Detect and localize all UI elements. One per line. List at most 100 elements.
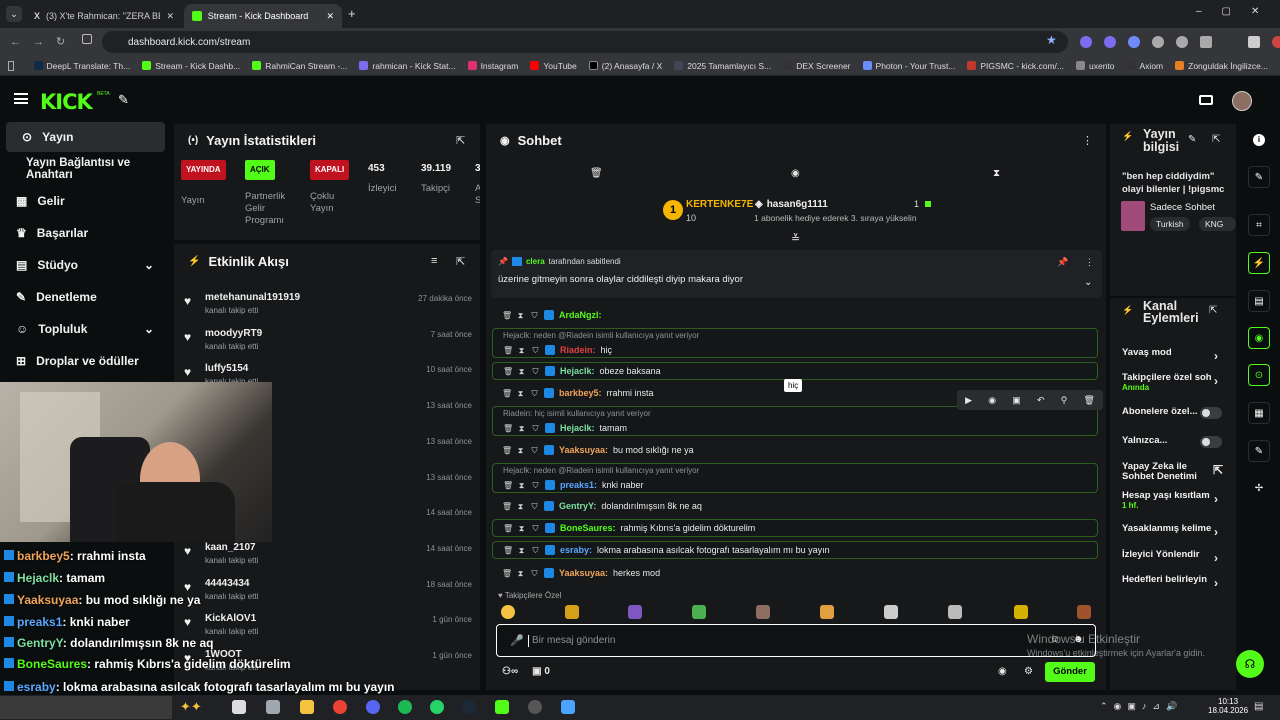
emote[interactable] bbox=[884, 605, 898, 619]
tab-list-icon[interactable]: ⌄ bbox=[6, 6, 22, 22]
external-link-icon[interactable]: ⇱ bbox=[1213, 463, 1223, 477]
chat-username[interactable]: ArdaNgzl: bbox=[559, 310, 602, 320]
more-icon[interactable]: ⋮ bbox=[1085, 257, 1094, 268]
spotify-icon[interactable] bbox=[398, 700, 412, 714]
filter-icon[interactable]: ≡ bbox=[431, 255, 437, 267]
pin-icon[interactable]: ⚲ bbox=[1061, 395, 1068, 406]
tag-badge[interactable]: KNG bbox=[1199, 217, 1236, 231]
bookmark[interactable]: PIGSMC - kick.com/... bbox=[967, 61, 1064, 71]
tab-x[interactable]: X (3) X'te Rahmican: "ZERA BEN H ✕ bbox=[26, 4, 182, 28]
trash-icon[interactable]: 🗑 bbox=[503, 524, 513, 533]
timeout-icon[interactable]: ⧗ bbox=[517, 481, 526, 490]
channel-action-item[interactable]: Yavaş mod bbox=[1122, 348, 1214, 358]
info-icon[interactable]: i bbox=[1253, 134, 1265, 146]
follower-name[interactable]: moodyyRT9 bbox=[205, 328, 262, 339]
bookmark[interactable]: uxento bbox=[1075, 61, 1115, 71]
chat-username[interactable]: BoneSaures: bbox=[560, 523, 616, 533]
chat-message[interactable]: 🗑 ⧗ ⛉ ArdaNgzl: bbox=[492, 306, 1098, 324]
trash-icon[interactable]: 🗑 bbox=[503, 481, 513, 490]
timeout-icon[interactable]: ⧗ bbox=[516, 502, 525, 511]
emote[interactable] bbox=[756, 605, 770, 619]
bookmark[interactable]: RahmiCan Stream -... bbox=[252, 61, 347, 71]
shield-icon[interactable]: ⛉ bbox=[530, 311, 539, 320]
sidebar-item-studyo[interactable]: ▤ Stüdyo ⌄ bbox=[0, 250, 172, 280]
chat-message[interactable]: 🗑 ⧗ ⛉ esraby: lokma arabasına asılcak fotogr… bbox=[492, 541, 1098, 559]
collapse-icon[interactable]: ≚ bbox=[791, 232, 800, 245]
kick-icon[interactable] bbox=[495, 700, 509, 714]
chevron-right-icon[interactable]: › bbox=[1214, 349, 1218, 363]
side-panel-icon[interactable] bbox=[82, 34, 92, 44]
trash-icon[interactable]: 🗑 bbox=[502, 446, 512, 455]
shield-icon[interactable]: ⛉ bbox=[531, 546, 540, 555]
notification-icon[interactable]: ▤ bbox=[1254, 701, 1263, 712]
bookmark[interactable]: DEX Screener bbox=[783, 61, 851, 71]
emote[interactable] bbox=[1077, 605, 1091, 619]
sidebar-item-droplar[interactable]: ⊞ Droplar ve ödüller bbox=[0, 346, 172, 376]
broadcast-icon[interactable]: ⊙ bbox=[1248, 364, 1270, 386]
timeout-icon[interactable]: ⧗ bbox=[516, 389, 525, 398]
shield-icon[interactable]: ⛉ bbox=[531, 367, 540, 376]
emote[interactable] bbox=[948, 605, 962, 619]
bookmark[interactable]: Photon - Your Trust... bbox=[862, 61, 955, 71]
app-icon[interactable] bbox=[561, 700, 575, 714]
chevron-right-icon[interactable]: › bbox=[1214, 576, 1218, 590]
mic-icon[interactable]: 🎤 bbox=[510, 634, 524, 647]
new-tab-icon[interactable]: + bbox=[348, 6, 356, 21]
wrench-icon[interactable]: ✎ bbox=[1248, 440, 1270, 462]
popout-icon[interactable]: ⇱ bbox=[456, 255, 465, 268]
more-icon[interactable]: ⋮ bbox=[1082, 134, 1093, 147]
chat-username[interactable]: esraby: bbox=[560, 545, 592, 555]
pin-icon[interactable]: ✎ bbox=[118, 92, 129, 108]
window-controls[interactable]: –▢✕ bbox=[1196, 6, 1279, 17]
chevron-right-icon[interactable]: › bbox=[1214, 374, 1218, 388]
url-input[interactable]: dashboard.kick.com/stream bbox=[102, 31, 1068, 53]
bookmark[interactable]: Axiom bbox=[1126, 61, 1163, 71]
trash-icon[interactable]: 🗑 bbox=[503, 546, 513, 555]
chat-message[interactable]: 🗑 ⧗ ⛉ BoneSaures: rahmiş Kıbrıs'a gidelim dö… bbox=[492, 519, 1098, 537]
tag-badge[interactable]: Turkish bbox=[1150, 217, 1190, 231]
discord-icon[interactable] bbox=[366, 700, 380, 714]
timeout-icon[interactable]: ⧗ bbox=[517, 524, 526, 533]
puzzle-icon[interactable]: ✢ bbox=[1248, 477, 1270, 499]
bolt-icon[interactable]: ⚡ bbox=[1248, 252, 1270, 274]
chat-username[interactable]: Hejaclk: bbox=[560, 423, 595, 433]
avatar[interactable] bbox=[1232, 91, 1252, 111]
follower-name[interactable]: 44443434 bbox=[205, 578, 250, 589]
timeout-icon[interactable]: ⧗ bbox=[517, 546, 526, 555]
obs-icon[interactable] bbox=[528, 700, 542, 714]
channel-action-item[interactable]: Yasaklanmış kelime bbox=[1122, 524, 1214, 534]
chat-message[interactable]: Riadein: hiç isimli kullanıcıya yanıt ve… bbox=[492, 406, 1098, 436]
emote[interactable] bbox=[565, 605, 579, 619]
chat-username[interactable]: GentryY: bbox=[559, 501, 596, 511]
chat-username[interactable]: preaks1: bbox=[560, 480, 597, 490]
shield-icon[interactable]: ⛉ bbox=[531, 346, 540, 355]
send-button[interactable]: Gönder bbox=[1045, 662, 1095, 682]
timeout-icon[interactable]: ⧗ bbox=[517, 367, 526, 376]
display-icon[interactable] bbox=[1199, 95, 1213, 105]
chevron-right-icon[interactable]: › bbox=[1214, 551, 1218, 565]
timeout-icon[interactable]: ⧗ bbox=[516, 569, 525, 578]
sidebar-item-gelir[interactable]: ▦ Gelir bbox=[0, 186, 172, 216]
channel-action-item[interactable]: Hesap yaşı kısıtlam 1 hf. bbox=[1122, 491, 1214, 511]
close-icon[interactable]: ✕ bbox=[166, 11, 174, 22]
chat-message[interactable]: 🗑 ⧗ ⛉ Hejaclk: obeze baksana bbox=[492, 362, 1098, 380]
sidebar-item-denetleme[interactable]: ✎ Denetleme bbox=[0, 282, 172, 312]
reply-icon[interactable]: ◉ bbox=[988, 395, 996, 406]
bookmark[interactable]: Zonguldak İngilizce... bbox=[1175, 61, 1268, 71]
bookmark[interactable]: DeepL Translate: Th... bbox=[33, 61, 130, 71]
chat-icon[interactable]: ◉ bbox=[1248, 327, 1270, 349]
chat-message[interactable]: Hejaclk: neden @Riadein isimli kullanıcı… bbox=[492, 328, 1098, 358]
bookmark[interactable]: Instagram bbox=[467, 61, 518, 71]
edit-icon[interactable]: ✎ bbox=[1188, 134, 1196, 145]
popout-icon[interactable]: ⇱ bbox=[1209, 305, 1217, 316]
timeout-icon[interactable]: ⧗ bbox=[516, 446, 525, 455]
shield-icon[interactable]: ⛉ bbox=[530, 569, 539, 578]
edit-icon[interactable]: ✎ bbox=[1248, 166, 1270, 188]
bookmark[interactable]: rahmican - Kick Stat... bbox=[359, 61, 456, 71]
channel-action-item[interactable]: Hedefleri belirleyin bbox=[1122, 575, 1214, 585]
trash-icon[interactable]: 🗑 bbox=[503, 367, 513, 376]
copy-icon[interactable]: ▣ bbox=[1012, 395, 1021, 406]
trash-icon[interactable]: 🗑 bbox=[502, 389, 512, 398]
shield-icon[interactable]: ⛉ bbox=[531, 424, 540, 433]
chat-username[interactable]: Yaaksuyaa: bbox=[559, 445, 608, 455]
